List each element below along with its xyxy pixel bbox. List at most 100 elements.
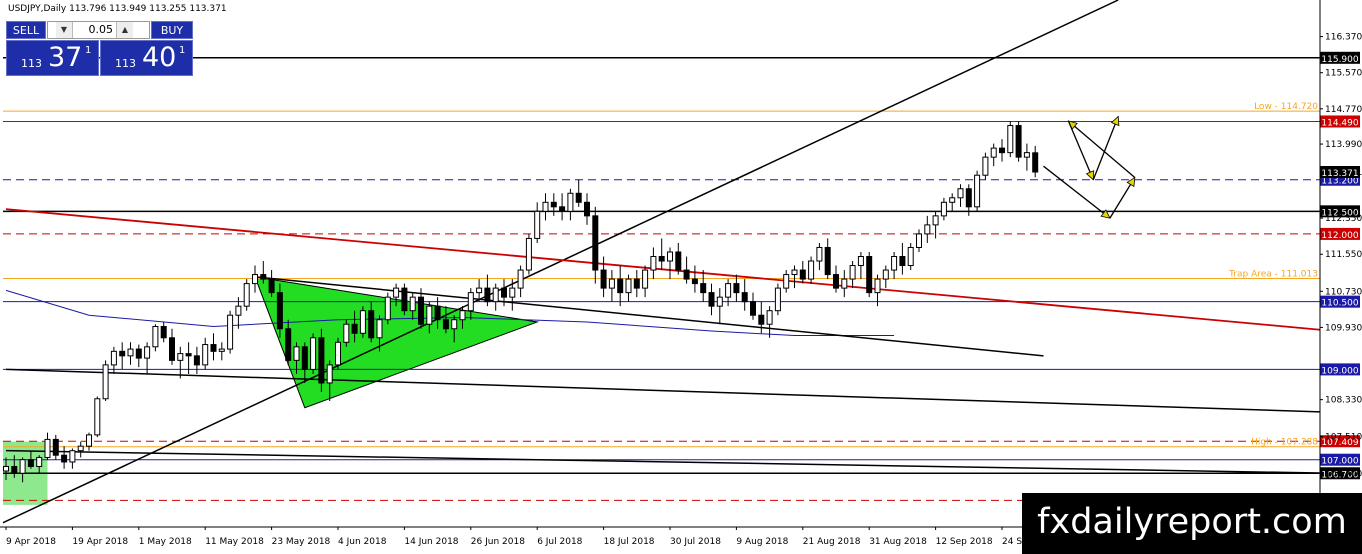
x-tick-label: 26 Jun 2018 bbox=[471, 537, 525, 547]
candle-body-bull bbox=[102, 364, 109, 400]
candle-body-bear bbox=[27, 459, 34, 467]
bid-pip-digit: 1 bbox=[85, 45, 92, 56]
one-click-trade-panel: SELL ▼ 0.05 ▲ BUY 113 37 1 113 40 1 bbox=[6, 21, 193, 76]
lot-increase-icon[interactable]: ▲ bbox=[116, 22, 133, 38]
candle-body-bull bbox=[940, 201, 947, 217]
candle-body-bull bbox=[243, 283, 250, 307]
candle-body-bull bbox=[467, 292, 474, 312]
candle-body-bull bbox=[235, 305, 242, 316]
candle-body-bear bbox=[617, 278, 624, 294]
level-price-tag-label: 107.000 bbox=[1321, 457, 1358, 467]
candle-body-bear bbox=[999, 147, 1005, 154]
candle-body-bull bbox=[791, 269, 798, 276]
candle-body-bull bbox=[409, 296, 416, 312]
candle-body-bull bbox=[69, 450, 76, 463]
candle-body-bull bbox=[492, 287, 499, 303]
candle-body-bear bbox=[708, 292, 715, 307]
candle-body-bear bbox=[135, 348, 142, 359]
candle-body-bull bbox=[924, 224, 931, 235]
x-tick-label: 31 Aug 2018 bbox=[869, 537, 927, 547]
candle-body-bull bbox=[376, 319, 383, 339]
candle-body-bull bbox=[94, 398, 101, 436]
candle-body-bear bbox=[633, 278, 640, 289]
candle-body-bull bbox=[949, 197, 956, 203]
y-tick-label: 115.570 bbox=[1325, 69, 1362, 79]
candle-body-bull bbox=[525, 237, 532, 271]
candle-body-bull bbox=[849, 265, 856, 280]
level-price-tag-label: 110.500 bbox=[1321, 299, 1358, 309]
buy-button[interactable]: BUY bbox=[151, 21, 193, 39]
candle-body-bull bbox=[77, 445, 84, 452]
candle-body-bull bbox=[857, 256, 864, 267]
bid-price-box[interactable]: 113 37 1 bbox=[6, 40, 99, 76]
candle-body-bear bbox=[318, 337, 325, 384]
y-tick-label: 114.770 bbox=[1325, 105, 1362, 115]
x-tick-label: 9 Apr 2018 bbox=[6, 537, 56, 547]
candle-body-bear bbox=[276, 292, 283, 330]
candle-body-bear bbox=[592, 215, 599, 271]
candle-body-bear bbox=[824, 246, 831, 276]
level-annotation: Trap Area - 111.013 bbox=[1228, 269, 1318, 279]
candle-body-bear bbox=[584, 201, 590, 217]
candle-body-bull bbox=[932, 215, 939, 226]
candle-body-bull bbox=[534, 210, 541, 239]
candle-body-bull bbox=[3, 465, 9, 472]
brand-watermark: fxdailyreport.com bbox=[1022, 493, 1362, 554]
candle-body-bear bbox=[61, 454, 68, 463]
y-tick-label: 112.350 bbox=[1325, 214, 1362, 224]
candle-body-bull bbox=[335, 341, 341, 366]
ask-prefix: 113 bbox=[115, 57, 136, 70]
candle-body-bull bbox=[227, 314, 234, 350]
candle-body-bear bbox=[559, 206, 566, 212]
x-tick-label: 12 Sep 2018 bbox=[936, 537, 993, 547]
candle-body-bull bbox=[19, 459, 26, 474]
candle-body-bull bbox=[774, 287, 781, 312]
sell-button[interactable]: SELL bbox=[6, 21, 46, 39]
candle-body-bear bbox=[683, 269, 690, 280]
candle-body-bear bbox=[1015, 125, 1022, 158]
candle-body-bull bbox=[725, 283, 732, 298]
candle-body-bull bbox=[509, 287, 516, 298]
x-tick-label: 23 May 2018 bbox=[272, 537, 331, 547]
candle-body-bear bbox=[675, 251, 682, 271]
candle-body-bull bbox=[36, 456, 43, 467]
candle-body-bear bbox=[575, 192, 582, 203]
candle-body-bull bbox=[218, 348, 225, 352]
level-annotation: High - 107.288 bbox=[1251, 438, 1318, 448]
candle-body-bull bbox=[44, 438, 51, 458]
candle-body-bull bbox=[1023, 152, 1030, 158]
candle-body-bull bbox=[625, 278, 632, 294]
candle-body-bear bbox=[833, 274, 839, 289]
candle-body-bull bbox=[916, 233, 922, 248]
y-tick-label: 110.730 bbox=[1325, 287, 1362, 297]
candle-body-bear bbox=[301, 346, 308, 370]
x-tick-label: 4 Jun 2018 bbox=[338, 537, 387, 547]
price-chart[interactable]: Low - 114.720 Trap Area - 111.013 High - 1… bbox=[0, 0, 1362, 554]
candle-body-bull bbox=[982, 156, 989, 176]
candle-body-bull bbox=[891, 256, 898, 271]
level-price-tag-label: 115.900 bbox=[1321, 55, 1358, 65]
candle-body-bull bbox=[426, 305, 433, 325]
bid-prefix: 113 bbox=[21, 57, 42, 70]
candle-body-bull bbox=[766, 310, 773, 325]
candle-body-bear bbox=[11, 465, 18, 474]
candle-body-bull bbox=[990, 147, 997, 158]
ask-price-box[interactable]: 113 40 1 bbox=[100, 40, 193, 76]
candle-body-bull bbox=[343, 323, 350, 343]
candle-body-bear bbox=[193, 355, 200, 366]
candle-body-bull bbox=[974, 174, 981, 208]
lot-size-field[interactable]: ▼ 0.05 ▲ bbox=[47, 21, 150, 39]
y-tick-label: 109.930 bbox=[1325, 323, 1362, 333]
candle-body-bear bbox=[351, 323, 358, 334]
y-tick-label: 106.700 bbox=[1325, 469, 1362, 479]
lot-size-value[interactable]: 0.05 bbox=[89, 23, 114, 36]
candle-body-bull bbox=[393, 287, 400, 298]
x-tick-label: 6 Jul 2018 bbox=[537, 537, 582, 547]
candle-body-bull bbox=[650, 256, 657, 271]
bid-big-digits: 37 bbox=[48, 42, 83, 73]
candle-body-bear bbox=[899, 256, 906, 267]
lot-decrease-icon[interactable]: ▼ bbox=[56, 22, 73, 38]
candle-body-bull bbox=[476, 287, 483, 294]
candle-body-bear bbox=[185, 353, 192, 357]
candle-body-bear bbox=[758, 314, 765, 325]
